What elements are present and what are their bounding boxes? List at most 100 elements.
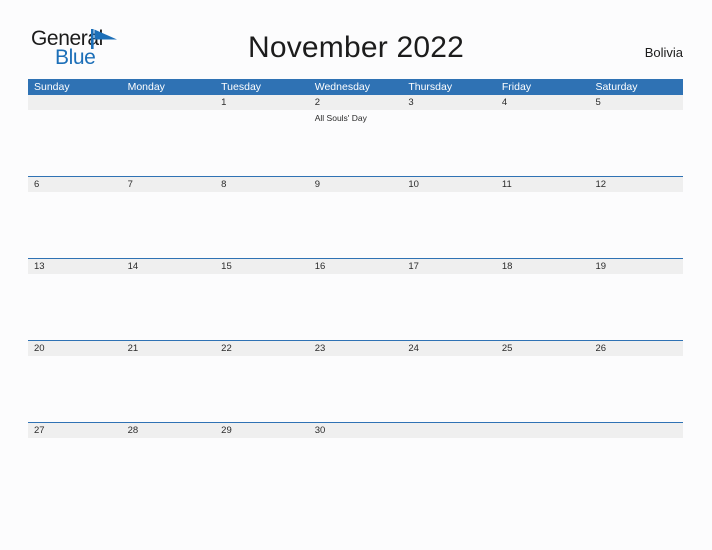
weekday-header-wednesday: Wednesday [314,81,370,93]
day-number: 26 [595,343,607,354]
day-cell-14[interactable]: 14 [122,259,216,274]
day-cell-7[interactable]: 7 [122,177,216,192]
calendar-weeks: 1 2 3 4 5 All Souls' Day 6 7 8 9 10 11 12 13 14 15 16 17 1… [28,95,683,504]
day-cell-empty [122,95,216,110]
day-cell-empty [402,423,496,438]
day-events-15 [215,274,309,340]
day-events-12 [589,192,683,258]
day-number: 22 [221,343,232,354]
day-events-10 [402,192,496,258]
day-cell-10[interactable]: 10 [402,177,496,192]
day-events-empty [402,438,496,504]
week-events-area [28,438,683,504]
day-cell-22[interactable]: 22 [215,341,309,356]
day-events-26 [589,356,683,422]
holiday-label: All Souls' Day [314,113,367,123]
day-cell-27[interactable]: 27 [28,423,122,438]
day-events-24 [402,356,496,422]
day-events-empty [589,438,683,504]
day-cell-20[interactable]: 20 [28,341,122,356]
weekday-header-monday: Monday [127,81,165,93]
day-cell-8[interactable]: 8 [215,177,309,192]
calendar-week-row: 6 7 8 9 10 11 12 [28,176,683,258]
day-number: 16 [314,261,326,272]
day-cell-26[interactable]: 26 [589,341,683,356]
day-events-1 [215,110,309,176]
day-events-28 [122,438,216,504]
day-cell-12[interactable]: 12 [589,177,683,192]
week-events-area [28,356,683,422]
day-number: 4 [501,97,508,108]
day-number: 8 [221,179,227,190]
day-cell-19[interactable]: 19 [589,259,683,274]
day-cell-1[interactable]: 1 [215,95,309,110]
day-number: 18 [501,261,513,272]
day-cell-9[interactable]: 9 [309,177,403,192]
day-cell-29[interactable]: 29 [215,423,309,438]
day-number: 1 [221,97,227,108]
day-events-7 [122,192,216,258]
week-date-band: 13 14 15 16 17 18 19 [28,259,683,274]
day-number: 14 [127,261,139,272]
day-events-6 [28,192,122,258]
day-cell-empty [28,95,122,110]
day-number: 20 [34,343,45,354]
day-events-19 [589,274,683,340]
day-number: 19 [595,261,607,272]
day-cell-30[interactable]: 30 [309,423,403,438]
day-cell-3[interactable]: 3 [402,95,496,110]
day-cell-2[interactable]: 2 [309,95,403,110]
week-date-band: 1 2 3 4 5 [28,95,683,110]
day-cell-25[interactable]: 25 [496,341,590,356]
day-number: 11 [501,179,512,190]
day-cell-empty [589,423,683,438]
day-cell-17[interactable]: 17 [402,259,496,274]
day-cell-5[interactable]: 5 [589,95,683,110]
day-events-3 [402,110,496,176]
day-cell-13[interactable]: 13 [28,259,122,274]
day-number: 24 [408,343,419,354]
day-number: 3 [408,97,414,108]
week-events-area: All Souls' Day [28,110,683,176]
week-events-area [28,192,683,258]
day-number: 6 [34,179,40,190]
week-date-band: 27 28 29 30 [28,423,683,438]
day-number: 9 [314,179,321,190]
day-events-30 [309,438,403,504]
day-cell-11[interactable]: 11 [496,177,590,192]
calendar-week-row: 20 21 22 23 24 25 26 [28,340,683,422]
day-events-empty [496,438,590,504]
day-cell-15[interactable]: 15 [215,259,309,274]
day-number: 27 [34,425,45,436]
day-events-22 [215,356,309,422]
weekday-header-sunday: Sunday [34,81,70,93]
day-number: 12 [595,179,607,190]
day-cell-23[interactable]: 23 [309,341,403,356]
weekday-header-row: Sunday Monday Tuesday Wednesday Thursday Frid… [28,79,683,95]
day-events-4 [496,110,590,176]
week-events-area [28,274,683,340]
day-number: 13 [34,261,45,272]
day-cell-16[interactable]: 16 [309,259,403,274]
day-number: 2 [314,97,321,108]
calendar-page: General Blue November 2022 Bolivia Sunda… [0,0,712,550]
day-cell-4[interactable]: 4 [496,95,590,110]
day-events-21 [122,356,216,422]
day-cell-6[interactable]: 6 [28,177,122,192]
day-number: 15 [221,261,232,272]
calendar-week-row: 13 14 15 16 17 18 19 [28,258,683,340]
day-cell-24[interactable]: 24 [402,341,496,356]
day-events-9 [309,192,403,258]
calendar-week-row: 27 28 29 30 [28,422,683,504]
day-cell-empty [496,423,590,438]
day-number: 5 [595,97,601,108]
day-events-empty [122,110,216,176]
day-cell-28[interactable]: 28 [122,423,216,438]
day-cell-21[interactable]: 21 [122,341,216,356]
country-label: Bolivia [644,45,683,60]
day-number: 7 [127,179,133,190]
day-cell-18[interactable]: 18 [496,259,590,274]
day-events-14 [122,274,216,340]
weekday-header-saturday: Saturday [595,81,638,93]
weekday-header-tuesday: Tuesday [221,81,262,93]
